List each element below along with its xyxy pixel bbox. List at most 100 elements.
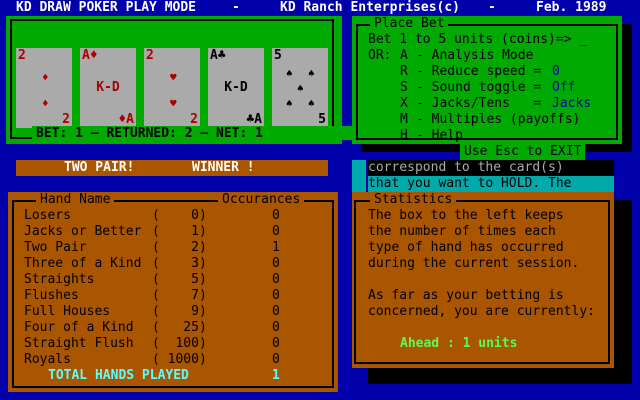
hand-payout: ( 3)	[152, 256, 207, 271]
card-3[interactable]: 2 ♥ ♥ 2	[144, 48, 200, 128]
hand-payout: ( 7)	[152, 288, 207, 303]
option-label: - Help	[416, 128, 463, 143]
company-name: KD Ranch Enterprises(c)	[280, 0, 461, 15]
hand-count: 0	[272, 304, 280, 319]
option-key: R	[400, 64, 408, 79]
statistics-panel: Statistics The box to the left keeps the…	[352, 192, 614, 368]
title-bar: KD DRAW POKER PLAY MODE - KD Ranch Enter…	[0, 0, 640, 16]
title-separator: -	[488, 0, 496, 15]
hand-payout: ( 0)	[152, 208, 207, 223]
table-row: Losers ( 0) 0	[8, 208, 338, 224]
hand-count: 0	[272, 272, 280, 287]
esc-exit-hint: Use Esc to EXIT	[460, 144, 586, 160]
hand-name: Jacks or Better	[24, 224, 142, 239]
card-1[interactable]: 2 ♦ ♦ 2	[16, 48, 72, 128]
hand-name: Royals	[24, 352, 71, 367]
statistics-text: concerned, you are currently:	[368, 304, 595, 319]
spade-icon: ♠	[286, 67, 293, 80]
card-rank: 2	[146, 48, 154, 63]
hand-count: 0	[272, 288, 280, 303]
spade-icon: ♠	[286, 97, 293, 110]
hand-name: Three of a Kind	[24, 256, 142, 271]
hand-name: Straight Flush	[24, 336, 134, 351]
hand-name: Flushes	[24, 288, 79, 303]
hand-count: 1	[272, 240, 280, 255]
scroll-marker	[352, 160, 366, 192]
table-row: Full Houses ( 9) 0	[8, 304, 338, 320]
instruction-line: that you want to HOLD. The	[368, 176, 614, 192]
option-label: - Sound toggle =	[416, 80, 542, 95]
hand-payout: ( 2)	[152, 240, 207, 255]
hand-result: TWO PAIR!	[64, 160, 135, 175]
hand-count: 0	[272, 320, 280, 335]
option-label: - Reduce speed =	[416, 64, 542, 79]
occurances-header: Occurances	[218, 192, 305, 208]
card-5[interactable]: 5 ♠ ♠ ♠ ♠ ♠ 5	[272, 48, 328, 128]
card-panel: 2 ♦ ♦ 2 A♦ K-D ♦A 2 ♥ ♥ 2 A♣ K-D ♣A 5 ♠ …	[6, 16, 370, 144]
heart-icon: ♥	[170, 97, 177, 110]
betting-status: Ahead : 1 units	[400, 336, 518, 351]
table-row: Three of a Kind ( 3) 0	[8, 256, 338, 272]
table-row: Flushes ( 7) 0	[8, 288, 338, 304]
option-key: H	[400, 128, 408, 143]
card-rank: A♣	[210, 48, 226, 63]
card-center-label: K-D	[96, 80, 120, 95]
hand-name: Straights	[24, 272, 95, 287]
option-label: - Multiples (payoffs)	[416, 112, 581, 127]
app-title: KD DRAW POKER PLAY MODE	[16, 0, 197, 15]
diamond-icon: ♦	[42, 97, 49, 110]
statistics-text: type of hand has occurred	[368, 240, 564, 255]
bet-prompt-input[interactable]: Bet 1 to 5 units (coins)=> _	[368, 32, 587, 48]
table-row: Four of a Kind ( 25) 0	[8, 320, 338, 336]
spade-icon: ♠	[297, 82, 304, 95]
card-4[interactable]: A♣ K-D ♣A	[208, 48, 264, 128]
hand-name: Four of a Kind	[24, 320, 134, 335]
table-row: Jacks or Better ( 1) 0	[8, 224, 338, 240]
hand-count: 0	[272, 208, 280, 223]
table-row: Royals ( 1000) 0	[8, 352, 338, 368]
hand-payout: ( 1)	[152, 224, 207, 239]
option-prefix: OR:	[368, 48, 392, 63]
option-jacks-tens[interactable]: X - Jacks/Tens = Jacks	[368, 96, 618, 112]
table-row: Straight Flush ( 100) 0	[8, 336, 338, 352]
release-date: Feb. 1989	[536, 0, 607, 15]
instruction-line: correspond to the card(s)	[368, 160, 614, 176]
option-key: M	[400, 112, 408, 127]
hand-payout: ( 100)	[152, 336, 207, 351]
statistics-text: during the current session.	[368, 256, 580, 271]
option-key: A	[400, 48, 408, 63]
hand-name: Losers	[24, 208, 71, 223]
hand-count: 0	[272, 256, 280, 271]
hand-payout: ( 1000)	[152, 352, 207, 367]
option-multiples[interactable]: M - Multiples (payoffs)	[368, 112, 618, 128]
hand-count: 0	[272, 352, 280, 367]
option-sound-toggle[interactable]: S - Sound toggle = Off	[368, 80, 618, 96]
statistics-text: As far as your betting is	[368, 288, 564, 303]
table-row: Two Pair ( 2) 1	[8, 240, 338, 256]
hand-name: Full Houses	[24, 304, 111, 319]
option-analysis-mode[interactable]: OR: A - Analysis Mode	[368, 48, 618, 64]
total-value: 1	[272, 368, 280, 383]
option-label: - Analysis Mode	[416, 48, 534, 63]
spade-icon: ♠	[308, 67, 315, 80]
option-help[interactable]: H - Help	[368, 128, 618, 144]
statistics-text: The box to the left keeps	[368, 208, 564, 223]
statistics-text: the number of times each	[368, 224, 556, 239]
instruction-scroll: correspond to the card(s) that you want …	[352, 160, 614, 192]
title-separator: -	[232, 0, 240, 15]
option-label: - Jacks/Tens =	[416, 96, 542, 111]
hand-name: Two Pair	[24, 240, 87, 255]
option-value: Off	[552, 80, 576, 95]
option-value: 0	[552, 64, 560, 79]
hand-payout: ( 25)	[152, 320, 207, 335]
total-row: TOTAL HANDS PLAYED 1	[8, 368, 338, 384]
win-status: WINNER !	[192, 160, 255, 175]
card-2[interactable]: A♦ K-D ♦A	[80, 48, 136, 128]
option-value: Jacks	[552, 96, 592, 111]
place-bet-title: Place Bet	[370, 16, 449, 32]
hand-name-header: Hand Name	[36, 192, 115, 208]
option-reduce-speed[interactable]: R - Reduce speed = 0	[368, 64, 618, 80]
heart-icon: ♥	[170, 71, 177, 84]
diamond-icon: ♦	[42, 71, 49, 84]
hand-payout: ( 9)	[152, 304, 207, 319]
